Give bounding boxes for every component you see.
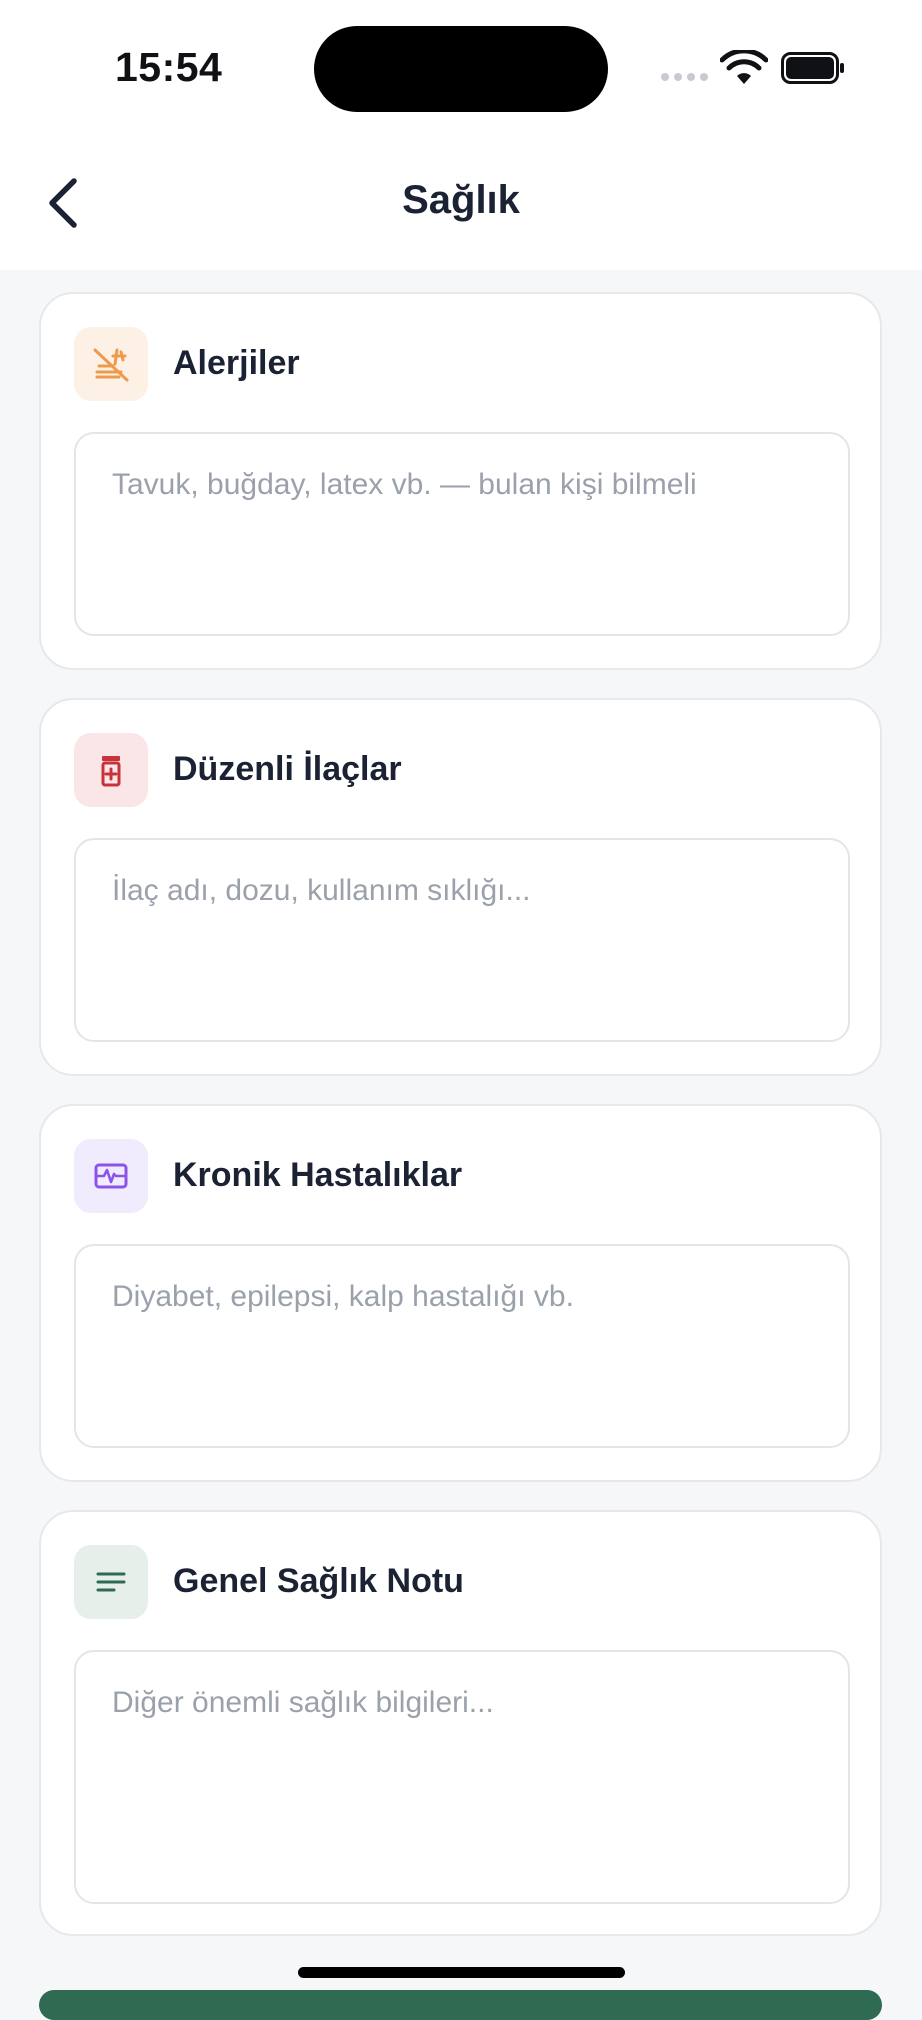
- medications-card: Düzenli İlaçlar İlaç adı, dozu, kullanım…: [39, 698, 882, 1076]
- general-health-note-title: Genel Sağlık Notu: [173, 1562, 464, 1600]
- no-food-icon: [74, 327, 148, 401]
- general-health-note-input[interactable]: Diğer önemli sağlık bilgileri...: [74, 1650, 850, 1904]
- chronic-diseases-placeholder: Diyabet, epilepsi, kalp hastalığı vb.: [112, 1280, 574, 1313]
- status-bar: 15:54: [0, 0, 922, 140]
- notes-icon: [74, 1545, 148, 1619]
- chronic-diseases-input[interactable]: Diyabet, epilepsi, kalp hastalığı vb.: [74, 1244, 850, 1448]
- medications-input[interactable]: İlaç adı, dozu, kullanım sıklığı...: [74, 838, 850, 1042]
- medications-title: Düzenli İlaçlar: [173, 750, 402, 788]
- medication-icon: [74, 733, 148, 807]
- allergies-input[interactable]: Tavuk, buğday, latex vb. — bulan kişi bi…: [74, 432, 850, 636]
- general-health-note-placeholder: Diğer önemli sağlık bilgileri...: [112, 1686, 494, 1719]
- cellular-signal-icon: [661, 73, 708, 81]
- allergies-card: Alerjiler Tavuk, buğday, latex vb. — bul…: [39, 292, 882, 670]
- battery-icon: [781, 52, 844, 84]
- monitor-heart-icon: [74, 1139, 148, 1213]
- home-indicator: [298, 1967, 625, 1978]
- save-button[interactable]: [39, 1990, 882, 2020]
- allergies-placeholder: Tavuk, buğday, latex vb. — bulan kişi bi…: [112, 468, 697, 501]
- medications-placeholder: İlaç adı, dozu, kullanım sıklığı...: [112, 874, 531, 907]
- allergies-title: Alerjiler: [173, 344, 300, 382]
- wifi-icon: [720, 50, 768, 84]
- general-health-note-card: Genel Sağlık Notu Diğer önemli sağlık bi…: [39, 1510, 882, 1936]
- chronic-diseases-card: Kronik Hastalıklar Diyabet, epilepsi, ka…: [39, 1104, 882, 1482]
- status-time: 15:54: [115, 44, 223, 90]
- dynamic-island: [314, 26, 608, 112]
- page-title: Sağlık: [402, 178, 520, 222]
- chronic-diseases-title: Kronik Hastalıklar: [173, 1156, 463, 1194]
